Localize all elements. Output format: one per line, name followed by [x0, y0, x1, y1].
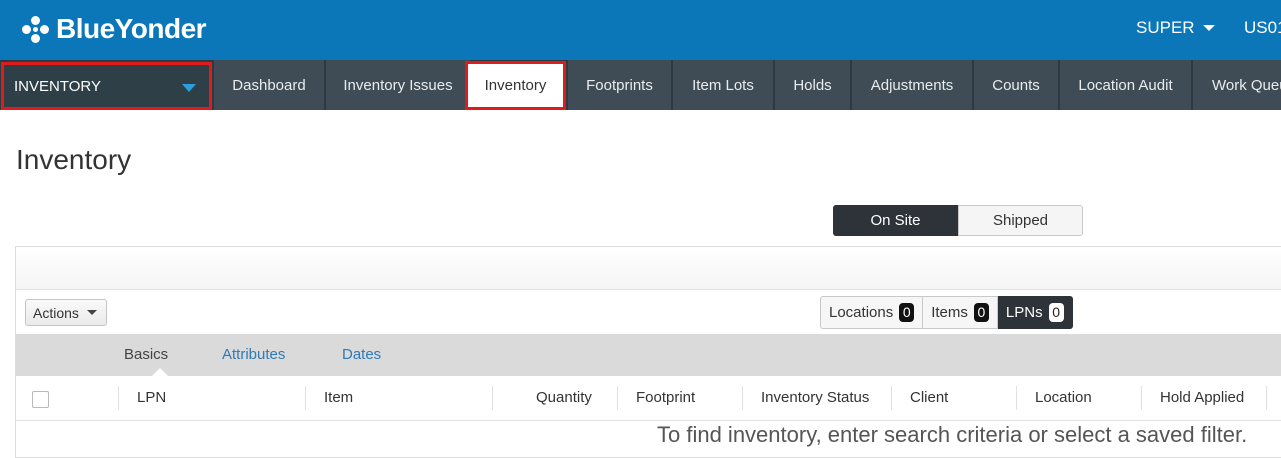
site-selector[interactable]: US01	[1244, 18, 1281, 38]
column-divider	[305, 386, 306, 410]
nav-tab-inventory[interactable]: Inventory	[465, 61, 566, 110]
column-header-lpn[interactable]: LPN	[137, 389, 166, 406]
counter-label: Items	[931, 304, 968, 321]
column-divider	[1016, 386, 1017, 410]
count-badge: 0	[1048, 303, 1064, 322]
nav-tab-work-queue[interactable]: Work Queue	[1193, 60, 1281, 110]
count-badge: 0	[973, 303, 989, 322]
actions-label: Actions	[33, 304, 79, 321]
count-toggle-group: Locations 0 Items 0 LPNs 0	[820, 296, 1073, 329]
column-header-inventory-status[interactable]: Inventory Status	[761, 389, 869, 406]
active-tab-pointer	[152, 368, 168, 376]
actions-button[interactable]: Actions	[25, 299, 107, 326]
lpns-count-button[interactable]: LPNs 0	[997, 296, 1073, 329]
column-header-footprint[interactable]: Footprint	[636, 389, 695, 406]
brand-name: BlueYonder	[56, 13, 207, 44]
chevron-down-icon	[182, 84, 196, 92]
select-all-checkbox[interactable]	[32, 391, 49, 408]
column-header-hold-applied[interactable]: Hold Applied	[1160, 389, 1244, 406]
shipped-toggle[interactable]: Shipped	[958, 205, 1083, 236]
filter-bar	[16, 247, 1281, 290]
user-name: SUPER	[1136, 18, 1195, 37]
nav-tab-footprints[interactable]: Footprints	[568, 60, 671, 110]
column-divider	[1141, 386, 1142, 410]
nav-tab-inventory-issues[interactable]: Inventory Issues	[326, 60, 470, 110]
module-nav: INVENTORY Dashboard Inventory Issues Inv…	[0, 60, 1281, 110]
empty-state-message: To find inventory, enter search criteria…	[657, 422, 1248, 447]
column-set-tabs: Basics Attributes Dates	[16, 334, 1281, 376]
counter-label: LPNs	[1005, 304, 1043, 321]
column-header-quantity[interactable]: Quantity	[536, 389, 592, 406]
items-count-button[interactable]: Items 0	[923, 296, 998, 329]
column-header-item[interactable]: Item	[324, 389, 353, 406]
module-selector-label: INVENTORY	[14, 78, 101, 95]
blue-yonder-logo-icon	[20, 14, 50, 44]
nav-tab-dashboard[interactable]: Dashboard	[214, 60, 324, 110]
chevron-down-icon	[1202, 25, 1215, 31]
page-title: Inventory	[16, 144, 132, 175]
tab-basics[interactable]: Basics	[124, 346, 168, 363]
column-header-client[interactable]: Client	[910, 389, 948, 406]
tab-dates[interactable]: Dates	[342, 346, 381, 363]
inventory-grid: Actions Locations 0 Items 0 LPNs 0 Basic…	[15, 246, 1281, 458]
counter-label: Locations	[829, 304, 894, 321]
column-divider	[891, 386, 892, 410]
module-selector[interactable]: INVENTORY	[1, 62, 212, 110]
nav-tab-location-audit[interactable]: Location Audit	[1060, 60, 1191, 110]
column-divider	[1266, 386, 1267, 410]
app-header: BlueYonder SUPER US01	[0, 0, 1281, 60]
column-divider	[492, 386, 493, 410]
column-header-location[interactable]: Location	[1035, 389, 1092, 406]
table-header-row: LPN Item Quantity Footprint Inventory St…	[16, 376, 1281, 421]
column-divider	[118, 386, 119, 410]
nav-tab-item-lots[interactable]: Item Lots	[673, 60, 773, 110]
count-badge: 0	[899, 303, 915, 322]
chevron-down-icon	[86, 310, 97, 315]
user-menu[interactable]: SUPER	[1136, 18, 1215, 38]
nav-tab-counts[interactable]: Counts	[974, 60, 1058, 110]
column-divider	[617, 386, 618, 410]
on-site-toggle[interactable]: On Site	[833, 205, 958, 236]
nav-tab-adjustments[interactable]: Adjustments	[852, 60, 972, 110]
brand-logo[interactable]: BlueYonder	[20, 12, 207, 46]
column-divider	[742, 386, 743, 410]
nav-tab-holds[interactable]: Holds	[775, 60, 850, 110]
tab-attributes[interactable]: Attributes	[222, 346, 285, 363]
locations-count-button[interactable]: Locations 0	[820, 296, 924, 329]
